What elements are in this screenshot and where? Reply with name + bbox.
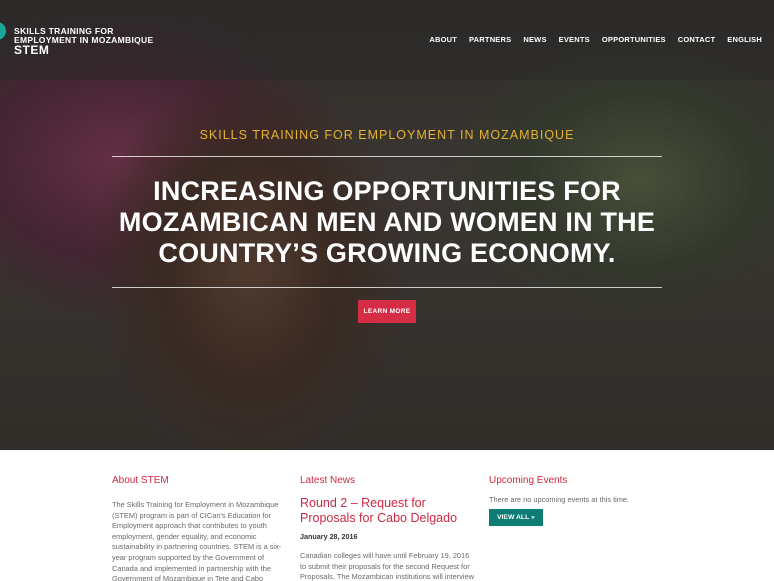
about-text: The Skills Training for Employment in Mo…: [112, 500, 282, 581]
news-item-date: January 28, 2016: [300, 532, 358, 541]
hero-title: INCREASING OPPORTUNITIES FOR MOZAMBICAN …: [118, 176, 656, 268]
events-section: Upcoming Events There are no upcoming ev…: [489, 475, 665, 526]
view-all-events-button[interactable]: VIEW ALL »: [489, 509, 543, 526]
about-section: About STEM The Skills Training for Emplo…: [112, 475, 288, 581]
nav-opportunities[interactable]: OPPORTUNITIES: [596, 35, 672, 44]
news-item-link[interactable]: Round 2 – Request for Proposals for Cabo…: [300, 496, 476, 526]
nav-partners[interactable]: PARTNERS: [463, 35, 517, 44]
hero-kicker: SKILLS TRAINING FOR EMPLOYMENT IN MOZAMB…: [199, 128, 575, 142]
top-navigation-bar: SKILLS TRAINING FOR EMPLOYMENT IN MOZAMB…: [0, 0, 774, 80]
nav-contact[interactable]: CONTACT: [672, 35, 722, 44]
nav-news[interactable]: NEWS: [517, 35, 552, 44]
about-title: About STEM: [112, 475, 169, 486]
hero-divider-bottom: [112, 287, 662, 288]
stem-logo[interactable]: SKILLS TRAINING FOR EMPLOYMENT IN MOZAMB…: [0, 20, 160, 60]
hero-divider-top: [112, 156, 662, 157]
nav-language-english[interactable]: ENGLISH: [721, 35, 768, 44]
events-title: Upcoming Events: [489, 475, 568, 486]
main-nav: ABOUT PARTNERS NEWS EVENTS OPPORTUNITIES…: [423, 35, 768, 44]
nav-about[interactable]: ABOUT: [423, 35, 463, 44]
hero-banner: SKILLS TRAINING FOR EMPLOYMENT IN MOZAMB…: [0, 0, 774, 450]
logo-mark-icon: [0, 22, 8, 56]
events-empty-message: There are no upcoming events at this tim…: [489, 495, 630, 504]
news-title: Latest News: [300, 475, 356, 486]
news-section: Latest News Round 2 – Request for Propos…: [300, 475, 476, 581]
learn-more-button[interactable]: LEARN MORE: [358, 300, 416, 323]
logo-acronym: STEM: [14, 43, 50, 57]
news-item-excerpt: Canadian colleges will have until Februa…: [300, 551, 475, 581]
nav-events[interactable]: EVENTS: [553, 35, 596, 44]
